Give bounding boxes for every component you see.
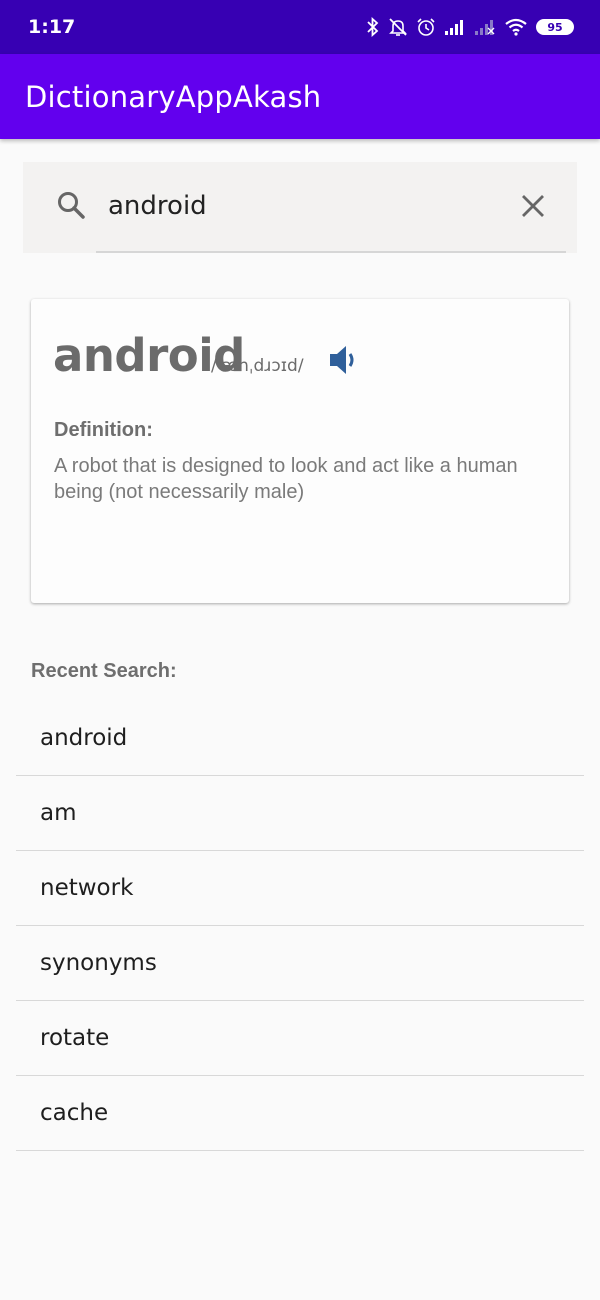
search-icon (56, 190, 86, 225)
status-time: 1:17 (28, 16, 76, 38)
status-icons: 95 (366, 17, 574, 37)
definition-card: android /ˈænˌdɹɔɪd/ Definition: A robot … (31, 299, 569, 603)
speaker-icon[interactable] (328, 343, 358, 382)
alarm-icon (416, 17, 436, 37)
recent-search-label: Recent Search: (31, 660, 177, 682)
recent-item[interactable]: synonyms (16, 926, 584, 1001)
signal-no-sim-icon (474, 18, 496, 36)
recent-item[interactable]: am (16, 776, 584, 851)
search-box (23, 162, 577, 253)
battery-icon: 95 (536, 19, 574, 35)
phonetic-text: /ˈænˌdɹɔɪd/ (211, 356, 304, 376)
recent-item[interactable]: network (16, 851, 584, 926)
close-icon[interactable] (520, 193, 546, 224)
recent-item[interactable]: rotate (16, 1001, 584, 1076)
bell-off-icon (388, 17, 408, 37)
recent-item[interactable]: cache (16, 1076, 584, 1151)
search-underline (96, 251, 566, 253)
wifi-icon (504, 18, 528, 36)
search-input[interactable] (108, 186, 508, 226)
recent-item[interactable]: android (16, 701, 584, 776)
status-bar: 1:17 95 (0, 0, 600, 54)
definition-label: Definition: (54, 419, 153, 441)
app-title: DictionaryAppAkash (25, 79, 322, 114)
definition-text: A robot that is designed to look and act… (54, 455, 518, 503)
recent-search-list: android am network synonyms rotate cache (16, 701, 584, 1151)
bluetooth-icon (366, 17, 380, 37)
signal-icon (444, 18, 466, 36)
app-bar: DictionaryAppAkash (0, 54, 600, 139)
